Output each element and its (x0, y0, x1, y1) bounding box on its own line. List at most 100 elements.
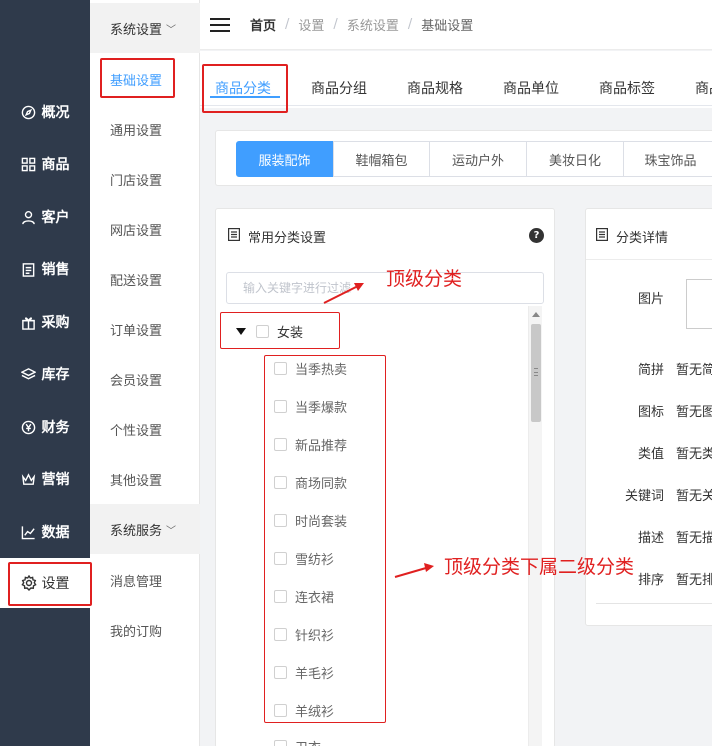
card-title: 分类详情 (596, 227, 668, 246)
checkbox[interactable] (274, 704, 287, 717)
tree-child-node[interactable]: 羊毛衫 (274, 663, 334, 682)
sidebar-item-customer[interactable]: 客户 (0, 197, 90, 237)
tree-child-node[interactable]: 羊绒衫 (274, 701, 334, 720)
chip-jewelry[interactable]: 珠宝饰品 (623, 141, 712, 177)
submenu-item-personal-settings[interactable]: 个性设置 (110, 420, 162, 439)
sidebar-item-label: 营销 (41, 472, 70, 488)
scroll-up-arrow-icon[interactable] (532, 312, 540, 317)
tab-product-spec[interactable]: 商品规格 (407, 78, 463, 98)
checkbox[interactable] (274, 628, 287, 641)
sidebar-item-sales[interactable]: 销售 (0, 249, 90, 289)
tree-child-node[interactable]: 时尚套装 (274, 511, 347, 530)
annotation-top-category: 顶级分类 (386, 268, 463, 290)
top-bar: 首页 / 设置 / 系统设置 / 基础设置 (200, 0, 712, 50)
industry-chip-bar: 服装配饰 鞋帽箱包 运动户外 美妆日化 珠宝饰品 (215, 130, 712, 186)
tab-product-category[interactable]: 商品分类 (215, 78, 271, 98)
tab-product-group[interactable]: 商品分组 (311, 78, 367, 98)
checkbox[interactable] (274, 590, 287, 603)
submenu-item-member-settings[interactable]: 会员设置 (110, 370, 162, 389)
detail-value-keywords: 暂无关 (676, 489, 712, 504)
sidebar-item-overview[interactable]: 概况 (0, 92, 90, 132)
chip-apparel[interactable]: 服装配饰 (236, 141, 333, 177)
submenu-item-other-settings[interactable]: 其他设置 (110, 470, 162, 489)
card-title: 常用分类设置 (228, 227, 326, 246)
detail-value-sort: 暂无排 (676, 573, 712, 588)
checkbox[interactable] (256, 325, 269, 338)
submenu-item-order-settings[interactable]: 订单设置 (110, 320, 162, 339)
checkbox[interactable] (274, 666, 287, 679)
tree-child-node[interactable]: 新品推荐 (274, 435, 347, 454)
breadcrumb-home[interactable]: 首页 (250, 15, 276, 34)
tree-child-node[interactable]: 雪纺衫 (274, 549, 334, 568)
checkbox[interactable] (274, 740, 287, 746)
clipboard-icon (21, 261, 37, 277)
submenu-item-basic-settings[interactable]: 基础设置 (110, 70, 162, 89)
submenu-group-system-settings[interactable]: 系统设置 ﹀ (90, 3, 200, 53)
chip-beauty[interactable]: 美妆日化 (526, 141, 624, 177)
sidebar-item-label: 概况 (41, 105, 70, 121)
category-filter-input[interactable] (226, 272, 544, 304)
checkbox[interactable] (274, 552, 287, 565)
tree-child-node[interactable]: 连衣裙 (274, 587, 334, 606)
tree-child-node[interactable]: 当季热卖 (274, 359, 347, 378)
active-tab-indicator (210, 96, 280, 98)
sidebar-item-settings[interactable]: 设置 (0, 558, 90, 608)
checkbox[interactable] (274, 476, 287, 489)
detail-label-description: 描述 (637, 531, 664, 546)
document-icon (596, 228, 609, 245)
sidebar-item-label: 财务 (41, 420, 70, 436)
tree-scrollbar[interactable] (528, 306, 542, 746)
common-category-card: 常用分类设置 ? 女装 当季热卖 当季爆款 新品推荐 商场同款 时尚套装 雪纺衫… (215, 208, 555, 746)
chip-shoes-bags[interactable]: 鞋帽箱包 (333, 141, 430, 177)
checkbox[interactable] (274, 438, 287, 451)
tree-child-node[interactable]: 商场同款 (274, 473, 347, 492)
submenu-group-system-service[interactable]: 系统服务 ﹀ (90, 504, 200, 554)
submenu-item-general-settings[interactable]: 通用设置 (110, 120, 162, 139)
sidebar-item-marketing[interactable]: 营销 (0, 459, 90, 499)
scrollbar-thumb[interactable] (531, 324, 541, 422)
detail-label-icon: 图标 (637, 405, 664, 420)
chart-icon (21, 524, 37, 540)
chip-outdoor-sports[interactable]: 运动户外 (429, 141, 527, 177)
chevron-down-icon: ﹀ (166, 525, 177, 537)
detail-label-image: 图片 (637, 292, 664, 307)
checkbox[interactable] (274, 362, 287, 375)
sidebar-item-label: 设置 (41, 576, 70, 592)
checkbox[interactable] (274, 400, 287, 413)
sidebar-item-label: 销售 (41, 262, 70, 278)
sidebar-item-label: 采购 (41, 315, 70, 331)
yen-icon (21, 419, 37, 435)
tab-product-tag[interactable]: 商品标签 (599, 78, 655, 98)
sidebar-item-data[interactable]: 数据 (0, 512, 90, 552)
sidebar-item-finance[interactable]: 财务 (0, 407, 90, 447)
document-icon (228, 228, 241, 245)
gear-icon (20, 575, 37, 591)
tree-child-node[interactable]: 针织衫 (274, 625, 334, 644)
submenu-item-online-store-settings[interactable]: 网店设置 (110, 220, 162, 239)
menu-toggle-icon[interactable] (210, 14, 230, 36)
checkbox[interactable] (274, 514, 287, 527)
chevron-down-icon: ﹀ (166, 24, 177, 36)
tree-child-node[interactable]: 当季爆款 (274, 397, 347, 416)
breadcrumb-separator: / (333, 17, 338, 32)
image-placeholder[interactable] (686, 279, 712, 329)
sidebar-item-purchase[interactable]: 采购 (0, 302, 90, 342)
sidebar-item-inventory[interactable]: 库存 (0, 354, 90, 394)
submenu-item-delivery-settings[interactable]: 配送设置 (110, 270, 162, 289)
detail-label-keywords: 关键词 (624, 489, 664, 504)
submenu-item-store-settings[interactable]: 门店设置 (110, 170, 162, 189)
help-icon[interactable]: ? (529, 228, 544, 243)
caret-down-icon[interactable] (236, 328, 246, 335)
tree-root-node[interactable]: 女装 (236, 322, 303, 341)
breadcrumb-separator: / (285, 17, 290, 32)
submenu-item-message-management[interactable]: 消息管理 (110, 571, 162, 590)
breadcrumb-system-settings[interactable]: 系统设置 (347, 15, 399, 34)
tab-product-unit[interactable]: 商品单位 (503, 78, 559, 98)
grid-icon (21, 156, 37, 172)
tab-product-more[interactable]: 商品 (695, 78, 712, 98)
submenu-item-my-subscriptions[interactable]: 我的订购 (110, 621, 162, 640)
breadcrumb-settings[interactable]: 设置 (298, 15, 324, 34)
tree-child-node[interactable]: 卫衣 (274, 737, 321, 746)
sidebar-item-goods[interactable]: 商品 (0, 144, 90, 184)
main-sidebar: 概况 商品 客户 销售 采购 库存 财务 营销 数据 设置 (0, 0, 90, 746)
